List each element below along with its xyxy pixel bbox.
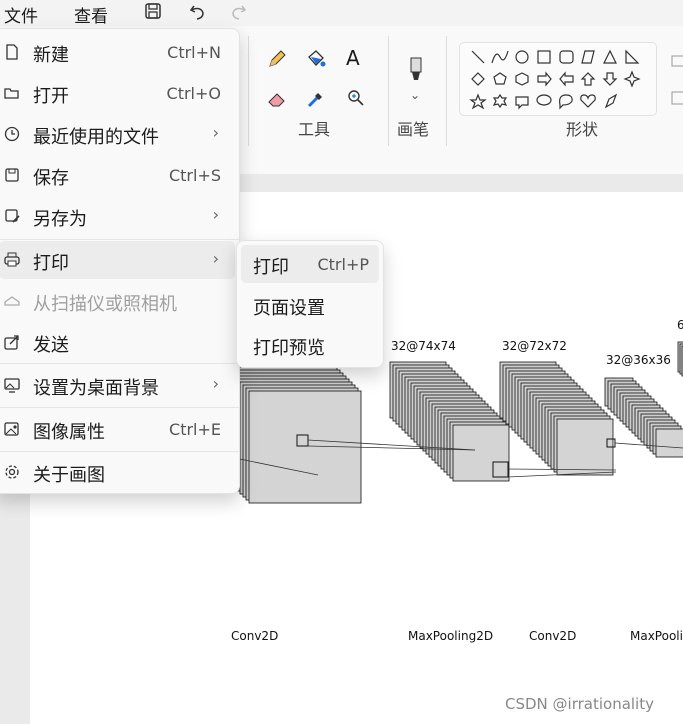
save-as-icon xyxy=(3,207,21,225)
layer-label: 6 xyxy=(677,318,683,332)
chevron-right-icon: › xyxy=(212,123,219,142)
menu-item-label: 发送 xyxy=(33,335,69,356)
shortcut-text: Ctrl+N xyxy=(167,43,221,62)
file-menu: 新建 Ctrl+N 打开 Ctrl+O 最近使用的文件 › 保存 Ctrl+S … xyxy=(0,28,240,494)
menu-item-label: 打印 xyxy=(33,253,69,274)
chevron-right-icon: › xyxy=(212,249,219,268)
chevron-down-icon[interactable]: ⌄ xyxy=(410,88,420,102)
new-file-icon xyxy=(3,43,21,61)
save-icon[interactable] xyxy=(144,2,164,22)
shortcut-text: Ctrl+S xyxy=(168,166,221,185)
menu-item-image-properties[interactable]: 图像属性 Ctrl+E xyxy=(0,410,235,448)
menu-item-label: 另存为 xyxy=(33,209,87,230)
menu-item-about[interactable]: 关于画图 xyxy=(0,453,235,491)
ribbon-separator xyxy=(446,36,447,146)
brush-icon[interactable] xyxy=(404,56,428,84)
menu-item-send[interactable]: 发送 xyxy=(0,323,235,361)
menu-item-print[interactable]: 打印 › xyxy=(0,241,235,279)
menu-item-label: 页面设置 xyxy=(253,298,325,319)
view-menu-button[interactable]: 查看 xyxy=(74,2,108,27)
brushes-group-label: 画笔 xyxy=(397,120,430,139)
menu-item-recent[interactable]: 最近使用的文件 › xyxy=(0,115,235,153)
menu-item-open[interactable]: 打开 Ctrl+O xyxy=(0,74,235,112)
menu-item-label: 打印预览 xyxy=(253,338,325,359)
menu-item-save-as[interactable]: 另存为 › xyxy=(0,197,235,235)
menu-item-label: 从扫描仪或照相机 xyxy=(33,294,177,315)
menu-item-new[interactable]: 新建 Ctrl+N xyxy=(0,33,235,71)
feature-map-stack xyxy=(389,361,510,482)
printer-icon xyxy=(3,251,21,269)
submenu-item-page-setup[interactable]: 页面设置 xyxy=(241,286,379,324)
magnifier-icon[interactable] xyxy=(346,88,366,108)
shapes-group-label: 形状 xyxy=(566,120,599,139)
menu-item-label: 关于画图 xyxy=(33,465,105,486)
menu-item-label: 最近使用的文件 xyxy=(33,127,159,148)
open-folder-icon xyxy=(3,84,21,102)
layer-type-label: MaxPooli xyxy=(630,629,683,643)
share-icon xyxy=(3,333,21,351)
desktop-background-icon xyxy=(3,376,21,394)
menu-item-label: 打开 xyxy=(33,86,69,107)
shortcut-text: Ctrl+E xyxy=(169,420,221,439)
menu-item-label: 图像属性 xyxy=(33,422,105,443)
gear-icon xyxy=(3,463,21,481)
layer-type-label: Conv2D xyxy=(529,629,577,643)
layer-type-label: MaxPooling2D xyxy=(408,629,494,643)
pencil-icon[interactable] xyxy=(266,48,288,70)
watermark: CSDN @irrationality xyxy=(505,695,654,713)
tools-group-label: 工具 xyxy=(298,120,331,139)
print-submenu: 打印 Ctrl+P 页面设置 打印预览 xyxy=(236,240,384,368)
menu-divider xyxy=(0,451,239,452)
ribbon-separator xyxy=(248,36,249,146)
undo-icon[interactable] xyxy=(188,2,208,22)
menu-divider xyxy=(0,239,239,240)
color-picker-icon[interactable] xyxy=(305,88,327,110)
layer-type-label: Conv2D xyxy=(231,629,279,643)
shapes-gallery[interactable] xyxy=(459,42,657,116)
image-properties-icon xyxy=(3,420,21,438)
feature-map-stack xyxy=(499,361,614,476)
ribbon-separator xyxy=(388,36,389,146)
layer-label: 32@74x74 xyxy=(391,339,456,353)
feature-map-stack xyxy=(677,341,683,377)
menu-item-set-background[interactable]: 设置为桌面背景 › xyxy=(0,366,235,404)
submenu-item-print[interactable]: 打印 Ctrl+P xyxy=(241,245,379,283)
menu-item-label: 保存 xyxy=(33,168,69,189)
submenu-item-print-preview[interactable]: 打印预览 xyxy=(241,326,379,364)
file-menu-button[interactable]: 文件 xyxy=(4,2,38,27)
chevron-right-icon: › xyxy=(212,205,219,224)
menu-item-scanner: 从扫描仪或照相机 xyxy=(0,282,235,320)
shortcut-text: Ctrl+P xyxy=(317,255,369,274)
ribbon-overflow-icons[interactable] xyxy=(668,52,683,112)
menu-item-label: 打印 xyxy=(253,257,289,278)
clock-icon xyxy=(3,125,21,143)
shortcut-text: Ctrl+O xyxy=(166,84,221,103)
menu-item-save[interactable]: 保存 Ctrl+S xyxy=(0,156,235,194)
save-icon xyxy=(3,166,21,184)
menu-item-label: 设置为桌面背景 xyxy=(33,378,159,399)
text-tool-icon[interactable]: A xyxy=(346,46,360,70)
menu-item-label: 新建 xyxy=(33,45,69,66)
layer-label: 32@36x36 xyxy=(606,353,671,367)
eraser-icon[interactable] xyxy=(266,88,288,110)
menu-divider xyxy=(0,407,239,408)
redo-icon[interactable] xyxy=(228,2,248,22)
menu-divider xyxy=(0,363,239,364)
scanner-icon xyxy=(3,292,21,310)
fill-bucket-icon[interactable] xyxy=(305,48,327,70)
layer-label: 32@72x72 xyxy=(502,339,567,353)
chevron-right-icon: › xyxy=(212,374,219,393)
